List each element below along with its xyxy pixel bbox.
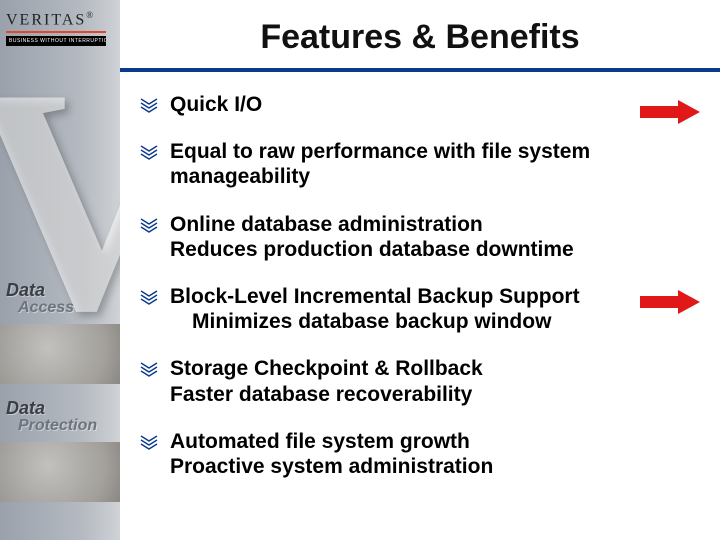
- list-item-line1: Block-Level Incremental Backup Support: [170, 285, 580, 308]
- list-item-text: Online database administration Reduces p…: [170, 212, 574, 262]
- list-item-line1: Storage Checkpoint & Rollback: [170, 357, 483, 380]
- list-item-text: Storage Checkpoint & Rollback Faster dat…: [170, 356, 483, 406]
- list-item-line2: Proactive system administration: [170, 454, 493, 479]
- list-item-text: Quick I/O: [170, 92, 262, 117]
- bullet-icon: [140, 432, 158, 450]
- list-item: Storage Checkpoint & Rollback Faster dat…: [140, 356, 690, 406]
- list-item-line2: Faster database recoverability: [170, 382, 483, 407]
- list-item-line2: manageability: [170, 164, 590, 189]
- list-item: Online database administration Reduces p…: [140, 212, 690, 262]
- bullet-icon: [140, 359, 158, 377]
- bullet-icon: [140, 142, 158, 160]
- sidebar-label-protection-a: Data: [6, 398, 45, 418]
- bullet-icon: [140, 95, 158, 113]
- slide: V VERITAS® BUSINESS WITHOUT INTERRUPTION…: [0, 0, 720, 540]
- brand-rule: [6, 31, 106, 33]
- list-item: Equal to raw performance with file syste…: [140, 139, 690, 189]
- sidebar: V VERITAS® BUSINESS WITHOUT INTERRUPTION…: [0, 0, 120, 540]
- list-item-text: Automated file system growth Proactive s…: [170, 429, 493, 479]
- slide-title: Features & Benefits: [150, 18, 690, 57]
- list-item-text: Block-Level Incremental Backup Support M…: [170, 284, 580, 334]
- brand-tagline: BUSINESS WITHOUT INTERRUPTION: [6, 36, 106, 46]
- sidebar-photo-2: [0, 442, 120, 502]
- list-item-line1: Online database administration: [170, 213, 483, 236]
- list-item-line2: Reduces production database downtime: [170, 237, 574, 262]
- brand-logo: VERITAS® BUSINESS WITHOUT INTERRUPTION: [6, 10, 114, 46]
- sidebar-label-protection: Data Protection: [6, 398, 97, 435]
- list-item: Automated file system growth Proactive s…: [140, 429, 690, 479]
- brand-name: VERITAS®: [6, 10, 114, 29]
- sidebar-label-access-a: Data: [6, 280, 45, 300]
- bullet-icon: [140, 215, 158, 233]
- brand-registered: ®: [86, 10, 95, 20]
- list-item-line1: Automated file system growth: [170, 430, 470, 453]
- arrow-icon: [640, 100, 700, 124]
- brand-name-text: VERITAS: [6, 11, 86, 28]
- list-item: Quick I/O: [140, 92, 690, 117]
- list-item-line1: Equal to raw performance with file syste…: [170, 140, 590, 163]
- sidebar-label-protection-b: Protection: [6, 417, 97, 435]
- list-item-line1: Quick I/O: [170, 93, 262, 116]
- arrow-icon: [640, 290, 700, 314]
- title-rule: [120, 68, 720, 72]
- list-item: Block-Level Incremental Backup Support M…: [140, 284, 690, 334]
- sidebar-photo-1: [0, 324, 120, 384]
- bullet-list: Quick I/O Equal to raw performance with …: [140, 92, 690, 501]
- sidebar-label-access: Data Access: [6, 280, 74, 317]
- sidebar-label-access-b: Access: [6, 299, 74, 317]
- list-item-line2: Minimizes database backup window: [170, 309, 580, 334]
- bullet-icon: [140, 287, 158, 305]
- list-item-text: Equal to raw performance with file syste…: [170, 139, 590, 189]
